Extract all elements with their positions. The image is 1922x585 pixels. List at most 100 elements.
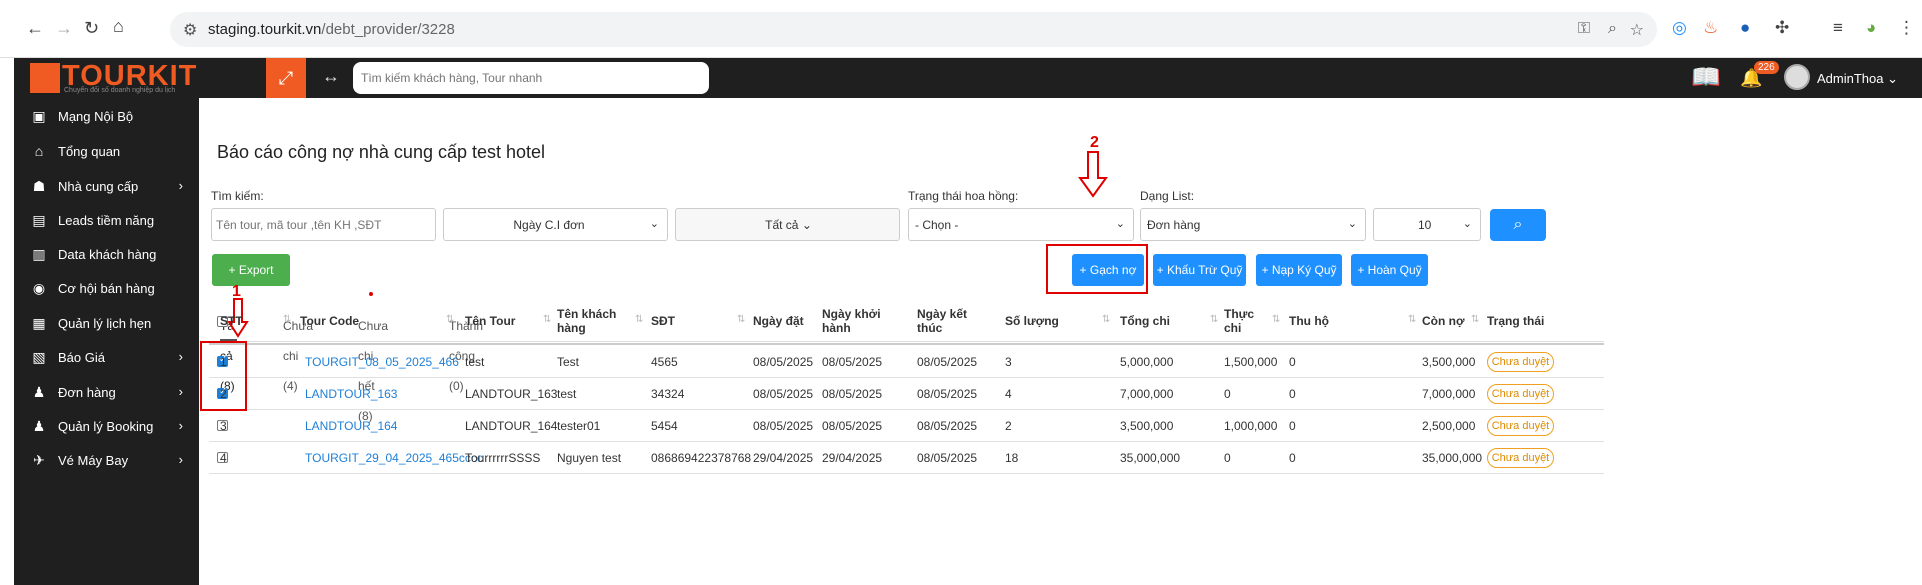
chevron-down-icon: ⌄	[1347, 218, 1357, 230]
flame-extension-icon[interactable]: ♨	[1703, 18, 1718, 38]
sort-icon[interactable]: ⇅	[446, 314, 454, 325]
list-type-select[interactable]: Đơn hàng ⌄	[1140, 208, 1366, 241]
export-button[interactable]: + Export	[212, 254, 290, 286]
sort-icon[interactable]: ⇅	[1102, 314, 1110, 325]
table-row[interactable]: 4 TOURGIT_29_04_2025_465cccc TourrrrrrSSSS…	[199, 442, 1604, 474]
order-search-input[interactable]	[211, 208, 436, 241]
table-row[interactable]: 2LANDTOUR_163LANDTOUR_163test3432408/05/…	[199, 378, 1604, 410]
quick-search-input[interactable]	[353, 62, 709, 94]
zoom-icon[interactable]: ⌕	[1608, 20, 1617, 38]
status-badge[interactable]: Chưa duyệt	[1487, 384, 1554, 404]
site-info-icon[interactable]: ⚙	[183, 20, 197, 40]
reload-icon[interactable]: ↻	[84, 18, 99, 39]
table-row[interactable]: 3 LANDTOUR_164 LANDTOUR_164 tester01 5454 08/…	[199, 410, 1604, 442]
sidebar-item-label: Data khách hàng	[58, 247, 157, 262]
sidebar-item[interactable]: ▤ Leads tiềm năng	[14, 202, 199, 238]
search-button[interactable]: ⌕	[1490, 209, 1546, 241]
cell-ngay-ket: 08/05/2025	[917, 387, 978, 401]
annotation-box-1	[200, 341, 247, 411]
header-sdt[interactable]: SĐT	[651, 314, 675, 328]
header-ten-kh[interactable]: Tên khách hàng	[557, 307, 616, 335]
cell-tour-code[interactable]: LANDTOUR_164	[305, 419, 397, 433]
address-bar[interactable]: ⚙ staging.tourkit.vn/debt_provider/3228 …	[170, 12, 1657, 47]
logo-tagline: Chuyển đổi số doanh nghiệp du lịch	[64, 87, 176, 94]
cell-ngay-dat: 29/04/2025	[753, 451, 814, 465]
page-size-select[interactable]: 10 ⌄	[1373, 208, 1481, 241]
forward-icon[interactable]: →	[55, 18, 73, 39]
sidebar-item[interactable]: ♟ Đơn hàng ›	[14, 374, 199, 410]
sort-icon[interactable]: ⇅	[283, 314, 291, 325]
sort-icon[interactable]: ⇅	[1471, 314, 1479, 325]
header-ten-tour[interactable]: Tên Tour	[465, 314, 515, 328]
date-range-select[interactable]: Tất cả ⌄	[675, 208, 900, 241]
home-icon[interactable]: ⌂	[113, 16, 124, 37]
hoan-quy-button[interactable]: + Hoàn Quỹ	[1351, 254, 1428, 286]
table-row[interactable]: 1TOURGIT_08_05_2025_466testTest456508/05…	[199, 346, 1604, 378]
cell-tour-code[interactable]: TOURGIT_08_05_2025_466	[305, 355, 459, 369]
khau-tru-quy-button[interactable]: + Khấu Trừ Quỹ	[1153, 254, 1246, 286]
sort-icon[interactable]: ⇅	[1210, 314, 1218, 325]
sidebar-item[interactable]: ⌂ Tổng quan	[14, 133, 199, 169]
user-menu[interactable]: AdminThoa ⌄	[1817, 71, 1898, 87]
cell-ten-tour: test	[465, 355, 485, 369]
gach-no-button[interactable]: + Gạch nợ	[1072, 254, 1144, 286]
nap-ky-quy-button[interactable]: + Nạp Ký Quỹ	[1256, 254, 1342, 286]
media-icon[interactable]: ≡	[1833, 18, 1843, 38]
date-type-select[interactable]: Ngày C.I đơn ⌄	[443, 208, 668, 241]
status-badge[interactable]: Chưa duyệt	[1487, 416, 1554, 436]
cell-thu-ho: 0	[1289, 355, 1296, 369]
globe-extension-icon[interactable]: ●	[1740, 18, 1750, 38]
header-stt[interactable]: STT	[220, 314, 243, 328]
sort-icon[interactable]: ⇅	[635, 314, 643, 325]
sort-icon[interactable]: ⇅	[737, 314, 745, 325]
status-badge[interactable]: Chưa duyệt	[1487, 448, 1554, 468]
header-tong-chi[interactable]: Tổng chi	[1120, 314, 1170, 328]
profile-icon[interactable]: ◕	[1866, 18, 1876, 38]
key-icon[interactable]: ⚿	[1578, 20, 1590, 38]
search-label: Tìm kiếm:	[211, 189, 264, 203]
sidebar-item[interactable]: ♟ Quản lý Booking ›	[14, 408, 199, 444]
cell-sdt: 34324	[651, 387, 685, 401]
cell-ngay-khoi: 08/05/2025	[822, 387, 883, 401]
fullscreen-button[interactable]: ⤢	[266, 58, 306, 98]
guide-book-icon[interactable]: 📖	[1691, 63, 1721, 92]
header-tour-code[interactable]: Tour Code	[300, 314, 359, 328]
cell-stt: 4	[220, 451, 227, 465]
tab-partially-paid[interactable]: Chưa chi hết (8)	[358, 311, 388, 423]
header-thu-ho[interactable]: Thu hộ	[1289, 314, 1329, 328]
date-range-value: Tất cả ⌄	[765, 218, 812, 232]
sort-icon[interactable]: ⇅	[543, 314, 551, 325]
chevron-right-icon: ›	[178, 452, 183, 467]
cell-tour-code[interactable]: TOURGIT_29_04_2025_465cccc	[305, 451, 483, 465]
sidebar-item[interactable]: ▣ Mạng Nội Bộ	[14, 98, 199, 134]
sort-icon[interactable]: ⇅	[1408, 314, 1416, 325]
sidebar-item[interactable]: ▦ Quản lý lịch hẹn	[14, 305, 199, 341]
header-thuc-chi[interactable]: Thực chi	[1224, 307, 1254, 335]
cell-ngay-khoi: 29/04/2025	[822, 451, 883, 465]
header-ngay-dat[interactable]: Ngày đặt	[753, 314, 804, 328]
commission-label: Trạng thái hoa hồng:	[908, 189, 1019, 203]
star-icon[interactable]: ☆	[1630, 20, 1644, 40]
cell-tour-code[interactable]: LANDTOUR_163	[305, 387, 397, 401]
sort-icon[interactable]: ⇅	[1272, 314, 1280, 325]
sidebar-item-label: Quản lý lịch hẹn	[58, 316, 152, 331]
back-icon[interactable]: ←	[26, 18, 44, 39]
menu-icon[interactable]: ⋮	[1898, 18, 1915, 38]
sidebar-item[interactable]: ☗ Nhà cung cấp ›	[14, 168, 199, 204]
header-trang-thai[interactable]: Trạng thái	[1487, 314, 1544, 328]
sidebar-item[interactable]: ◉ Cơ hội bán hàng	[14, 270, 199, 306]
tourkit-logo[interactable]: TOURKIT Chuyển đổi số doanh nghiệp du lị…	[30, 60, 200, 95]
resize-arrows-icon[interactable]: ↔	[322, 66, 340, 87]
header-con-no[interactable]: Còn nợ	[1422, 314, 1465, 328]
sidebar-item[interactable]: ✈ Vé Máy Bay ›	[14, 442, 199, 478]
sidebar-item[interactable]: ▧ Báo Giá ›	[14, 339, 199, 375]
header-ngay-khoi-hanh[interactable]: Ngày khởi hành	[822, 307, 881, 335]
header-ngay-ket-thuc[interactable]: Ngày kết thúc	[917, 307, 967, 335]
sidebar-item[interactable]: ▥ Data khách hàng	[14, 236, 199, 272]
status-badge[interactable]: Chưa duyệt	[1487, 352, 1554, 372]
extension-icon[interactable]: ◎	[1672, 18, 1687, 38]
header-so-luong[interactable]: Số lượng	[1005, 314, 1059, 328]
commission-select[interactable]: - Chọn - ⌄	[908, 208, 1134, 241]
puzzle-icon[interactable]: ✣	[1775, 18, 1789, 38]
avatar[interactable]	[1784, 64, 1810, 90]
